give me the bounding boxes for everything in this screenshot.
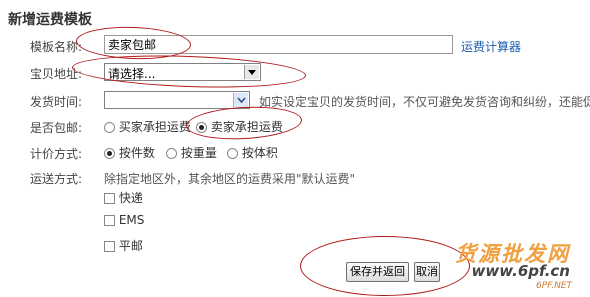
buyer-pays-label: 买家承担运费 bbox=[118, 120, 191, 134]
annotation-ellipse bbox=[300, 236, 470, 296]
delivery-express-checkbox[interactable] bbox=[104, 193, 115, 204]
delivery-ems-checkbox[interactable] bbox=[104, 215, 115, 226]
annotation-ellipse bbox=[71, 51, 307, 92]
buyer-pays-radio[interactable] bbox=[104, 122, 115, 133]
watermark-domain: 6PF.NET bbox=[536, 281, 572, 291]
page-title: 新增运费模板 bbox=[8, 12, 92, 28]
delivery-post-checkbox[interactable] bbox=[104, 241, 115, 252]
free-shipping-label: 是否包邮: bbox=[30, 121, 83, 135]
delivery-express-option[interactable]: 快递 bbox=[104, 189, 143, 206]
pricing-by-count-option[interactable]: 按件数 bbox=[104, 144, 155, 161]
annotation-ellipse bbox=[185, 103, 303, 143]
delivery-post-label: 平邮 bbox=[118, 239, 143, 253]
delivery-post-option[interactable]: 平邮 bbox=[104, 237, 143, 254]
ship-time-hint: 如实设定宝贝的发货时间，不仅可避免发货咨询和纠纷，还能促 bbox=[259, 95, 590, 109]
pricing-by-weight-label: 按重量 bbox=[180, 146, 217, 160]
pricing-by-volume-label: 按体积 bbox=[241, 146, 278, 160]
pricing-by-weight-radio[interactable] bbox=[166, 148, 177, 159]
buyer-pays-option[interactable]: 买家承担运费 bbox=[104, 118, 191, 135]
freight-calculator-link[interactable]: 运费计算器 bbox=[461, 38, 521, 55]
watermark-url: www.6pf.cn bbox=[471, 262, 570, 280]
delivery-express-label: 快递 bbox=[118, 191, 143, 205]
pricing-by-volume-radio[interactable] bbox=[227, 148, 238, 159]
chevron-down-icon bbox=[233, 93, 248, 107]
delivery-ems-option[interactable]: EMS bbox=[104, 213, 144, 227]
delivery-ems-label: EMS bbox=[118, 213, 145, 227]
template-name-label: 模板名称: bbox=[30, 40, 83, 54]
ship-time-select[interactable] bbox=[104, 91, 250, 109]
pricing-by-count-label: 按件数 bbox=[118, 146, 155, 160]
pricing-label: 计价方式: bbox=[30, 147, 83, 161]
pricing-by-weight-option[interactable]: 按重量 bbox=[166, 144, 217, 161]
delivery-label: 运送方式: bbox=[30, 172, 83, 186]
pricing-by-volume-option[interactable]: 按体积 bbox=[227, 144, 278, 161]
pricing-by-count-radio[interactable] bbox=[104, 148, 115, 159]
ship-time-label: 发货时间: bbox=[30, 95, 83, 109]
delivery-note: 除指定地区外，其余地区的运费采用"默认运费" bbox=[104, 172, 356, 186]
